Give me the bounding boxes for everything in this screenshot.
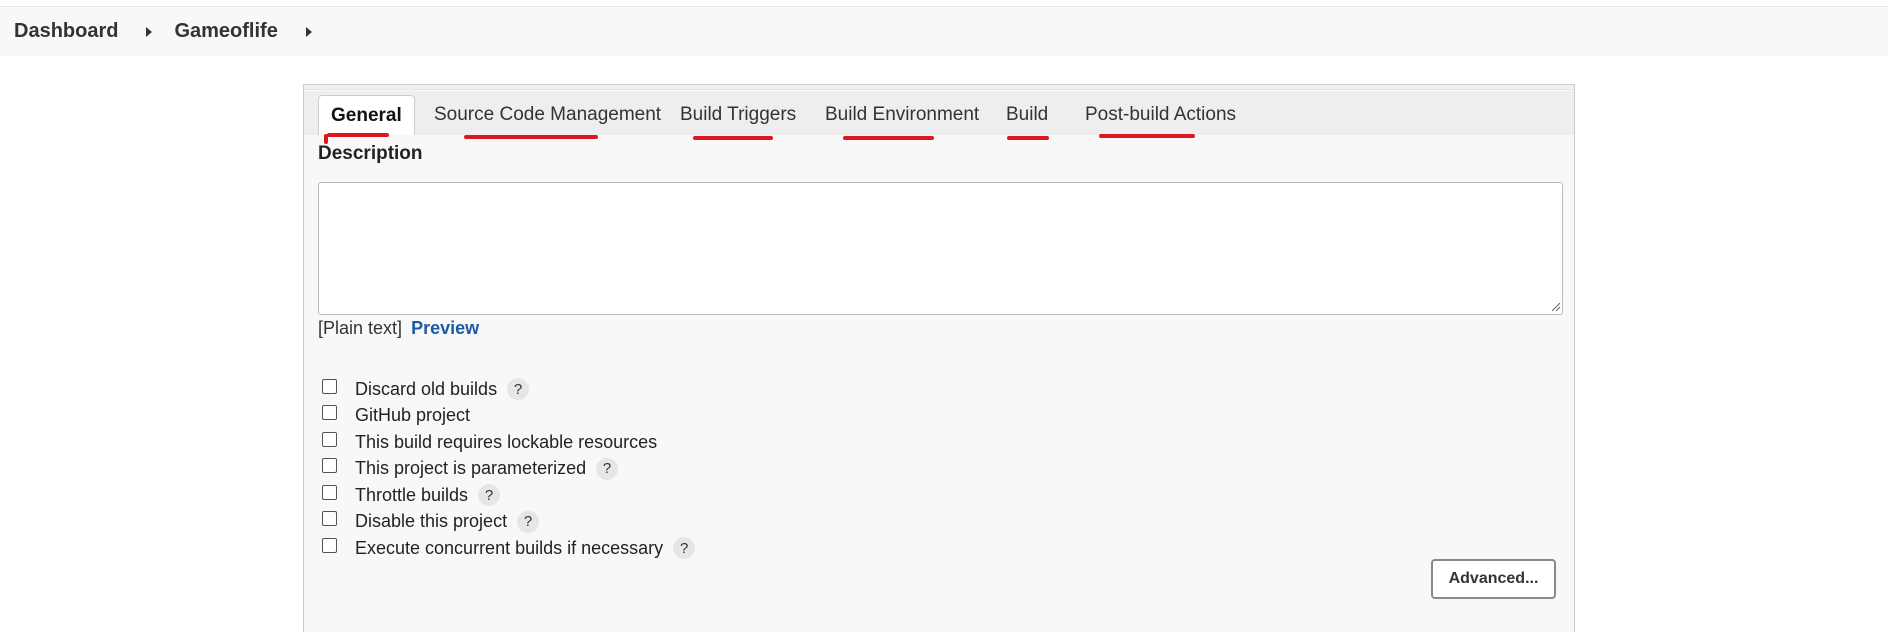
tab-source-code-management[interactable]: Source Code Management: [434, 95, 661, 135]
concurrent-builds-checkbox[interactable]: [322, 537, 337, 553]
annotation-underline: [1099, 134, 1195, 138]
resize-grip-icon[interactable]: [1551, 302, 1561, 312]
annotation-underline: [464, 135, 598, 139]
description-label: Description: [318, 143, 423, 164]
description-textarea[interactable]: [318, 182, 1563, 315]
option-label: Execute concurrent builds if necessary: [355, 537, 664, 558]
parameterized-checkbox[interactable]: [322, 458, 337, 474]
panel-top-border: [304, 85, 1574, 90]
help-icon[interactable]: ?: [596, 457, 619, 480]
help-icon[interactable]: ?: [517, 510, 540, 533]
tab-general[interactable]: General: [318, 95, 415, 135]
config-tab-bar: General Source Code Management Build Tri…: [304, 91, 1574, 135]
preview-link[interactable]: Preview: [411, 318, 479, 338]
lockable-resources-checkbox[interactable]: [322, 431, 337, 447]
disable-project-checkbox[interactable]: [322, 511, 337, 527]
annotation-underline: [327, 133, 389, 137]
option-label: GitHub project: [355, 405, 471, 426]
tab-build-environment[interactable]: Build Environment: [825, 95, 979, 135]
option-label: Throttle builds: [355, 484, 469, 505]
option-discard-old-builds: Discard old builds ?: [322, 376, 695, 403]
option-label: Disable this project: [355, 511, 508, 532]
breadcrumb: Dashboard Gameoflife: [0, 6, 1888, 56]
markup-format-line: [Plain text] Preview: [318, 318, 479, 339]
general-options-list: Discard old builds ? GitHub project This…: [322, 376, 696, 562]
option-disable-project: Disable this project ?: [322, 509, 695, 536]
help-icon[interactable]: ?: [478, 484, 501, 507]
option-label: Discard old builds: [355, 378, 498, 399]
option-label: This build requires lockable resources: [355, 431, 658, 452]
option-lockable-resources: This build requires lockable resources: [322, 429, 695, 456]
option-parameterized: This project is parameterized ?: [322, 456, 695, 483]
annotation-underline: [1007, 136, 1049, 140]
option-throttle-builds: Throttle builds ?: [322, 482, 695, 509]
markup-format-label: [Plain text]: [318, 318, 403, 338]
tab-build[interactable]: Build: [1006, 95, 1048, 135]
tab-build-triggers[interactable]: Build Triggers: [680, 95, 796, 135]
discard-old-builds-checkbox[interactable]: [322, 378, 337, 394]
option-label: This project is parameterized: [355, 458, 587, 479]
throttle-builds-checkbox[interactable]: [322, 484, 337, 500]
breadcrumb-dashboard[interactable]: Dashboard: [14, 20, 118, 43]
github-project-checkbox[interactable]: [322, 405, 337, 421]
help-icon[interactable]: ?: [507, 378, 530, 401]
chevron-right-icon[interactable]: [305, 26, 312, 37]
option-github-project: GitHub project: [322, 403, 695, 430]
annotation-underline: [693, 136, 773, 140]
option-concurrent-builds: Execute concurrent builds if necessary ?: [322, 535, 696, 562]
chevron-right-icon[interactable]: [146, 26, 153, 37]
advanced-button[interactable]: Advanced...: [1431, 559, 1556, 599]
job-config-panel: General Source Code Management Build Tri…: [303, 84, 1575, 632]
tab-post-build-actions[interactable]: Post-build Actions: [1085, 95, 1236, 135]
help-icon[interactable]: ?: [673, 537, 696, 560]
breadcrumb-gameoflife[interactable]: Gameoflife: [174, 20, 277, 43]
annotation-underline: [843, 136, 934, 140]
